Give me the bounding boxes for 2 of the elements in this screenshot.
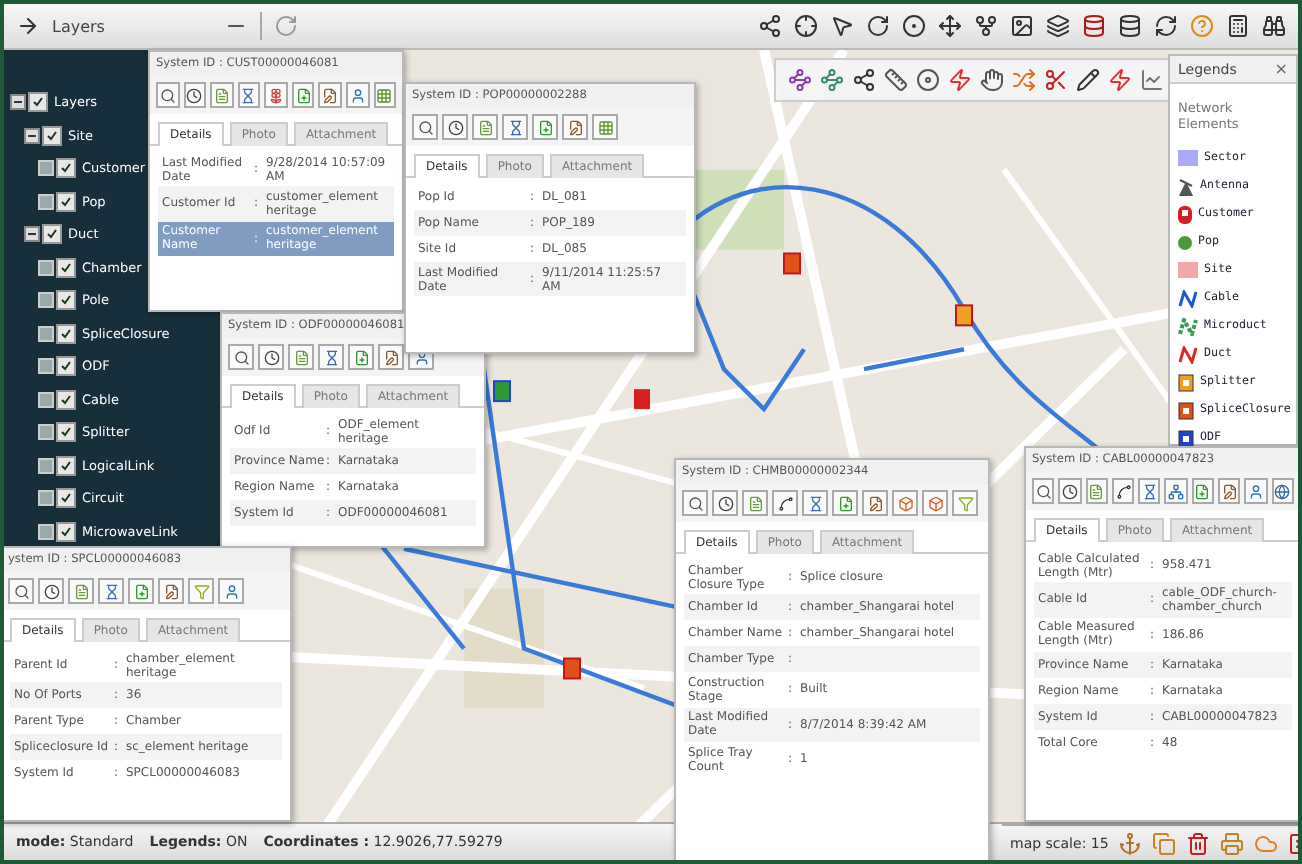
close-button[interactable]: × [1274, 60, 1288, 78]
panel-title: Layers [52, 17, 107, 35]
